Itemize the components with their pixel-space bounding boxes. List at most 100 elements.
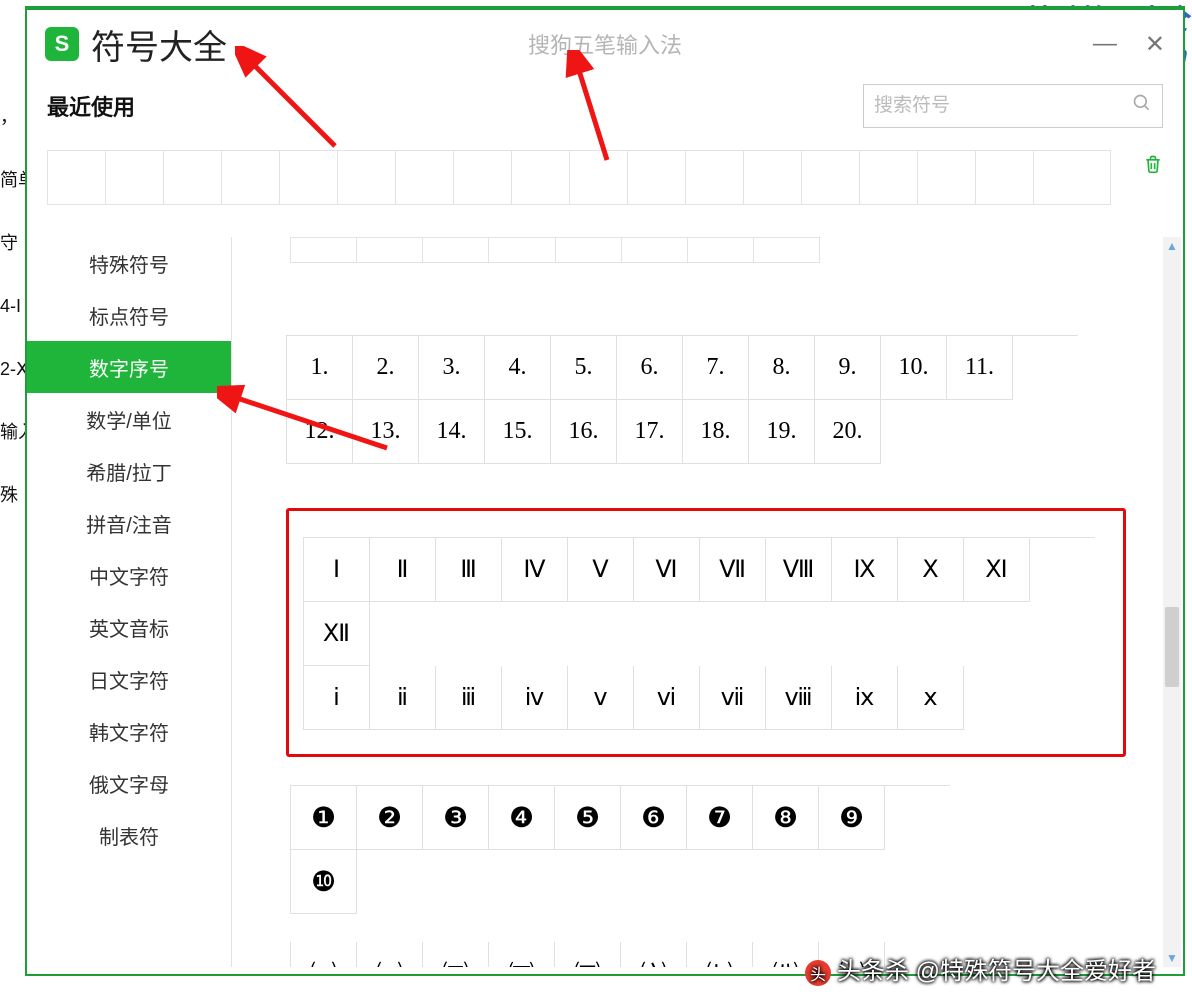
symbol-cell[interactable]: ⅷ xyxy=(766,666,832,730)
symbol-cell[interactable]: 4. xyxy=(485,336,551,400)
symbol-cell[interactable]: ❺ xyxy=(555,786,621,850)
symbol-cell[interactable]: Ⅳ xyxy=(502,538,568,602)
symbol-cell[interactable]: ㈣ xyxy=(489,942,555,967)
symbol-cell[interactable]: 18. xyxy=(683,400,749,464)
symbol-cell[interactable]: 17. xyxy=(617,400,683,464)
symbol-cell[interactable]: ❽ xyxy=(753,786,819,850)
symbol-cell[interactable]: ❼ xyxy=(687,786,753,850)
symbol-cell[interactable]: Ⅸ xyxy=(832,538,898,602)
symbol-cell[interactable]: ㈦ xyxy=(687,942,753,967)
recent-slot[interactable] xyxy=(396,151,454,204)
symbol-cell[interactable]: 2. xyxy=(353,336,419,400)
symbol-cell[interactable]: 10. xyxy=(881,336,947,400)
recent-slot[interactable] xyxy=(512,151,570,204)
symbol-cell[interactable]: ❿ xyxy=(291,850,357,914)
symbol-cell[interactable]: Ⅵ xyxy=(634,538,700,602)
scroll-up-icon[interactable]: ▲ xyxy=(1163,237,1181,255)
symbol-cell[interactable]: Ⅲ xyxy=(436,538,502,602)
recent-slot[interactable] xyxy=(280,151,338,204)
sidebar-item-4[interactable]: 希腊/拉丁 xyxy=(27,445,231,497)
sidebar-item-1[interactable]: 标点符号 xyxy=(27,289,231,341)
sidebar-item-6[interactable]: 中文字符 xyxy=(27,549,231,601)
symbol-cell[interactable]: 11. xyxy=(947,336,1013,400)
symbol-cell[interactable]: 1. xyxy=(287,336,353,400)
symbol-cell[interactable]: ⅵ xyxy=(634,666,700,730)
symbol-cell[interactable]: Ⅺ xyxy=(964,538,1030,602)
recent-slot[interactable] xyxy=(222,151,280,204)
recent-slot[interactable] xyxy=(48,151,106,204)
symbol-cell[interactable]: ⅸ xyxy=(832,666,898,730)
symbol-cell[interactable]: 6. xyxy=(617,336,683,400)
recent-slot[interactable] xyxy=(106,151,164,204)
search-icon[interactable] xyxy=(1132,93,1152,119)
symbol-cell[interactable]: Ⅱ xyxy=(370,538,436,602)
symbol-cell[interactable]: ❶ xyxy=(291,786,357,850)
symbol-cell[interactable]: ❸ xyxy=(423,786,489,850)
symbol-cell[interactable]: Ⅶ xyxy=(700,538,766,602)
symbol-cell[interactable]: ❻ xyxy=(621,786,687,850)
symbol-cell[interactable]: 13. xyxy=(353,400,419,464)
symbol-cell[interactable]: ❹ xyxy=(489,786,555,850)
search-input[interactable] xyxy=(874,95,1132,117)
symbol-cell[interactable]: 3. xyxy=(419,336,485,400)
symbol-cell[interactable]: Ⅰ xyxy=(304,538,370,602)
symbol-cell[interactable]: Ⅹ xyxy=(898,538,964,602)
recent-slot[interactable] xyxy=(860,151,918,204)
recent-slot[interactable] xyxy=(570,151,628,204)
recent-slot[interactable] xyxy=(1034,151,1092,204)
symbol-cell[interactable]: ㈠ xyxy=(291,942,357,967)
recent-slot[interactable] xyxy=(802,151,860,204)
symbol-cell[interactable]: ⅰ xyxy=(304,666,370,730)
sidebar-item-8[interactable]: 日文字符 xyxy=(27,653,231,705)
symbol-cell[interactable]: Ⅻ xyxy=(304,602,370,666)
symbol-cell[interactable]: 14. xyxy=(419,400,485,464)
recent-slot[interactable] xyxy=(338,151,396,204)
symbol-cell[interactable]: 16. xyxy=(551,400,617,464)
sidebar-item-0[interactable]: 特殊符号 xyxy=(27,237,231,289)
page-left-clipped-text: ， 简单 守 4-I 2-Ⅹ 输入 殊 xyxy=(0,0,25,545)
recent-slot[interactable] xyxy=(164,151,222,204)
scroll-thumb[interactable] xyxy=(1165,607,1179,687)
symbol-cell[interactable]: ⅹ xyxy=(898,666,964,730)
sidebar-item-11[interactable]: 制表符 xyxy=(27,809,231,861)
symbol-cell[interactable]: 20. xyxy=(815,400,881,464)
sidebar-item-7[interactable]: 英文音标 xyxy=(27,601,231,653)
sidebar-item-9[interactable]: 韩文字符 xyxy=(27,705,231,757)
minimize-button[interactable]: — xyxy=(1093,30,1117,58)
sidebar-item-10[interactable]: 俄文字母 xyxy=(27,757,231,809)
symbol-cell[interactable]: 7. xyxy=(683,336,749,400)
symbol-cell[interactable]: ⅴ xyxy=(568,666,634,730)
close-button[interactable]: ✕ xyxy=(1145,30,1165,59)
symbol-cell[interactable]: ⅶ xyxy=(700,666,766,730)
recent-slot[interactable] xyxy=(918,151,976,204)
symbol-cell[interactable]: ㈢ xyxy=(423,942,489,967)
sidebar-item-3[interactable]: 数学/单位 xyxy=(27,393,231,445)
trash-icon[interactable] xyxy=(1143,153,1163,181)
symbol-cell[interactable]: 12. xyxy=(287,400,353,464)
symbol-cell[interactable]: ⅳ xyxy=(502,666,568,730)
symbol-cell[interactable]: Ⅷ xyxy=(766,538,832,602)
recent-slot[interactable] xyxy=(454,151,512,204)
scroll-down-icon[interactable]: ▼ xyxy=(1163,949,1181,967)
symbol-cell[interactable]: ❾ xyxy=(819,786,885,850)
sidebar-item-2[interactable]: 数字序号 xyxy=(27,341,231,393)
symbol-cell[interactable]: 15. xyxy=(485,400,551,464)
symbol-cell[interactable]: ㈡ xyxy=(357,942,423,967)
recent-slot[interactable] xyxy=(744,151,802,204)
symbol-cell[interactable]: ⅱ xyxy=(370,666,436,730)
recent-slot[interactable] xyxy=(686,151,744,204)
symbol-cell[interactable]: ㈤ xyxy=(555,942,621,967)
symbol-cell[interactable]: 19. xyxy=(749,400,815,464)
recent-slot[interactable] xyxy=(628,151,686,204)
symbol-cell[interactable]: ㈥ xyxy=(621,942,687,967)
search-box[interactable] xyxy=(863,84,1163,128)
symbol-cell[interactable]: ❷ xyxy=(357,786,423,850)
symbol-cell[interactable]: 9. xyxy=(815,336,881,400)
sidebar-item-5[interactable]: 拼音/注音 xyxy=(27,497,231,549)
symbol-cell[interactable]: Ⅴ xyxy=(568,538,634,602)
symbol-cell[interactable]: ⅲ xyxy=(436,666,502,730)
symbol-cell[interactable]: 5. xyxy=(551,336,617,400)
vertical-scrollbar[interactable]: ▲ ▼ xyxy=(1163,237,1181,967)
symbol-cell[interactable]: 8. xyxy=(749,336,815,400)
recent-slot[interactable] xyxy=(976,151,1034,204)
